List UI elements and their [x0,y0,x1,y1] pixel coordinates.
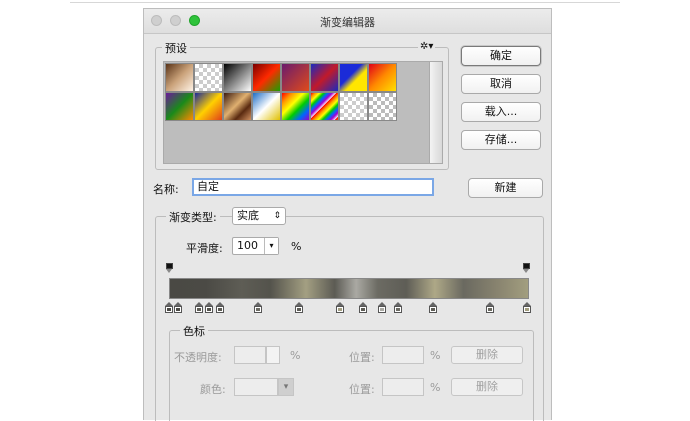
preset-swatch-bronze[interactable] [223,92,252,121]
opacity-position-unit: % [430,349,441,362]
color-stop-panel: 色标 [169,323,534,421]
presets-group: 预设 ✲▾ [155,40,449,170]
opacity-input[interactable] [234,346,266,364]
presets-label: 预设 [162,40,190,56]
preset-swatch-blue-yellow[interactable] [339,63,368,92]
preset-swatch-transparent[interactable] [194,63,223,92]
gradient-preview-bar[interactable] [169,278,529,299]
opacity-dropdown[interactable] [266,346,280,364]
opacity-stop-left[interactable] [166,263,173,273]
preset-swatch-blue-red[interactable] [310,63,339,92]
preset-swatch-rainbow-stripes[interactable] [310,92,339,121]
chevron-down-icon[interactable]: ▾ [264,238,278,254]
chevron-updown-icon: ⇕ [273,211,281,221]
color-stop[interactable] [254,302,262,313]
color-position-unit: % [430,381,441,394]
preset-swatch-black-white[interactable] [223,63,252,92]
window-title: 渐变编辑器 [320,16,375,29]
preset-swatch-chrome[interactable] [252,92,281,121]
color-stop-panel-label: 色标 [180,323,208,339]
smoothness-value: 100 [237,239,258,252]
color-position-label: 位置: [349,383,375,396]
preset-swatch-spectrum[interactable] [281,92,310,121]
opacity-label: 不透明度: [174,351,222,364]
opacity-position-label: 位置: [349,351,375,364]
delete-opacity-stop-button[interactable]: 删除 [451,346,523,364]
color-stop[interactable] [359,302,367,313]
opacity-position-input[interactable] [382,346,424,364]
color-position-input[interactable] [382,378,424,396]
gear-icon[interactable]: ✲▾ [418,41,436,52]
opacity-unit: % [290,349,301,362]
top-divider [70,2,620,3]
color-stop[interactable] [486,302,494,313]
preset-swatch-violet-green-orange[interactable] [165,92,194,121]
color-stop[interactable] [216,302,224,313]
preset-swatch-transparent-2[interactable] [339,92,368,121]
gradient-type-value: 实底 [237,209,259,222]
gradient-editor-window: 渐变编辑器 预设 ✲▾ 确定 取消 载入... 存储... 名称: 自定 新建 … [143,8,552,421]
ok-button[interactable]: 确定 [461,46,541,66]
color-stop[interactable] [295,302,303,313]
color-swatch-field[interactable] [234,378,278,396]
name-input[interactable]: 自定 [192,178,434,196]
name-label: 名称: [153,183,179,196]
smoothness-label: 平滑度: [186,242,223,255]
title-bar: 渐变编辑器 [144,9,551,34]
preset-swatch-violet-orange[interactable] [281,63,310,92]
gradient-type-select[interactable]: 实底 ⇕ [232,207,286,225]
presets-scrollbar[interactable] [430,61,443,164]
preset-swatch-blue-yellow-orange[interactable] [194,92,223,121]
color-stop[interactable] [205,302,213,313]
new-button[interactable]: 新建 [468,178,543,198]
save-button[interactable]: 存储... [461,130,541,150]
preset-swatch-transparent-3[interactable] [368,92,397,121]
preset-swatch-copper[interactable] [165,63,194,92]
delete-color-stop-button[interactable]: 删除 [451,378,523,396]
color-stop[interactable] [174,302,182,313]
color-stop[interactable] [165,302,173,313]
chevron-down-icon[interactable]: ▾ [278,378,294,396]
color-label: 颜色: [200,383,226,396]
gradient-type-label: 渐变类型: [166,209,220,225]
color-stop[interactable] [523,302,531,313]
preset-swatch-grid [163,61,430,164]
color-stop[interactable] [336,302,344,313]
smoothness-unit: % [291,240,302,253]
preset-swatch-red-green[interactable] [252,63,281,92]
load-button[interactable]: 载入... [461,102,541,122]
cancel-button[interactable]: 取消 [461,74,541,94]
opacity-stop-right[interactable] [523,263,530,273]
smoothness-input[interactable]: 100 ▾ [232,237,279,255]
color-stop[interactable] [429,302,437,313]
color-stop[interactable] [195,302,203,313]
color-stop[interactable] [378,302,386,313]
preset-swatch-orange-yellow[interactable] [368,63,397,92]
color-stop[interactable] [394,302,402,313]
